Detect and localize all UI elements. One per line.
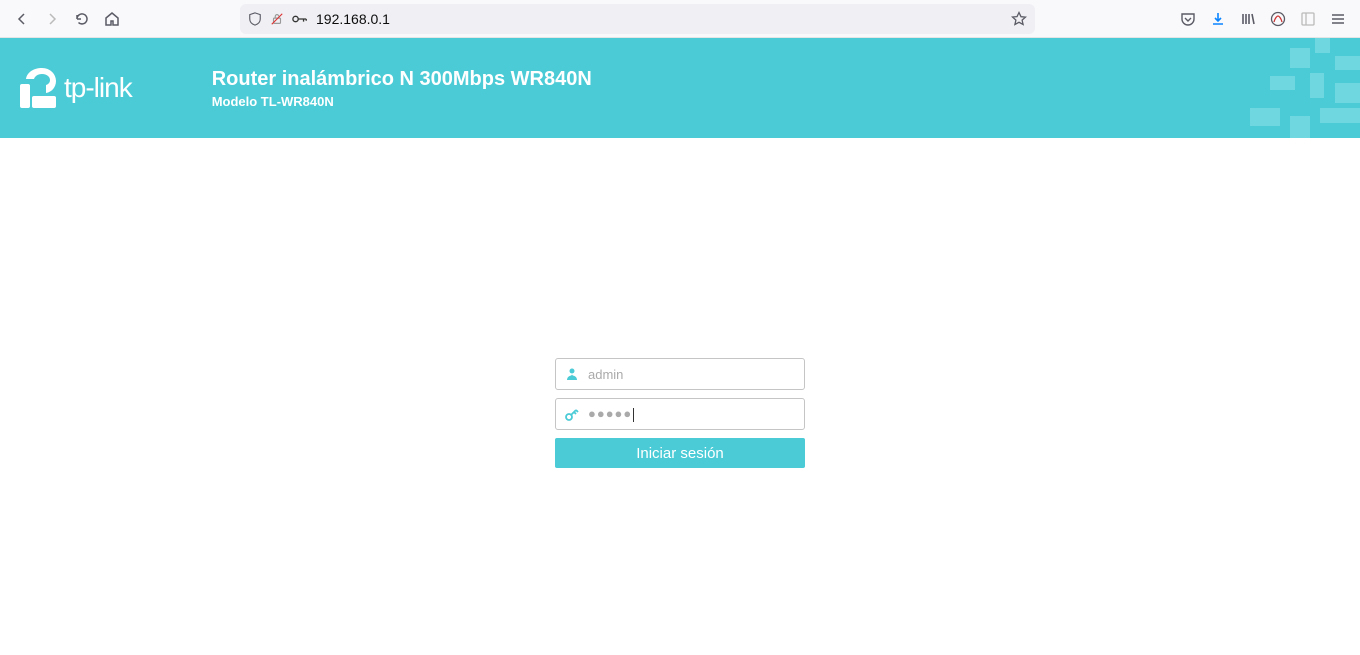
router-title: Router inalámbrico N 300Mbps WR840N xyxy=(212,68,592,91)
extension-button[interactable] xyxy=(1264,5,1292,33)
login-form: ●●●●● Iniciar sesión xyxy=(555,358,805,468)
pocket-icon xyxy=(1180,11,1196,27)
username-input[interactable] xyxy=(588,367,796,382)
header-decoration xyxy=(1140,38,1360,138)
library-button[interactable] xyxy=(1234,5,1262,33)
url-security-icons xyxy=(248,12,308,26)
hamburger-icon xyxy=(1330,11,1346,27)
brand-logo: tp-link xyxy=(20,68,132,108)
user-icon xyxy=(564,366,580,382)
shield-icon xyxy=(248,12,262,26)
url-bar[interactable]: 192.168.0.1 xyxy=(240,4,1035,34)
download-icon xyxy=(1210,11,1226,27)
password-input[interactable]: ●●●●● xyxy=(588,406,796,422)
library-icon xyxy=(1240,11,1256,27)
arrow-right-icon xyxy=(44,11,60,27)
back-button[interactable] xyxy=(8,5,36,33)
key-icon xyxy=(564,406,580,422)
username-field-wrapper[interactable] xyxy=(555,358,805,390)
router-header: tp-link Router inalámbrico N 300Mbps WR8… xyxy=(0,38,1360,138)
reload-button[interactable] xyxy=(68,5,96,33)
downloads-button[interactable] xyxy=(1204,5,1232,33)
key-icon xyxy=(292,12,308,26)
arrow-left-icon xyxy=(14,11,30,27)
noscript-icon xyxy=(1270,11,1286,27)
reload-icon xyxy=(74,11,90,27)
menu-button[interactable] xyxy=(1324,5,1352,33)
login-area: ●●●●● Iniciar sesión xyxy=(0,358,1360,468)
forward-button[interactable] xyxy=(38,5,66,33)
browser-toolbar: 192.168.0.1 xyxy=(0,0,1360,38)
password-field-wrapper[interactable]: ●●●●● xyxy=(555,398,805,430)
login-button[interactable]: Iniciar sesión xyxy=(555,438,805,468)
header-titles: Router inalámbrico N 300Mbps WR840N Mode… xyxy=(212,68,592,109)
router-model: Modelo TL-WR840N xyxy=(212,94,592,109)
sidebar-icon xyxy=(1300,11,1316,27)
home-button[interactable] xyxy=(98,5,126,33)
bookmark-star-icon[interactable] xyxy=(1011,11,1027,27)
home-icon xyxy=(104,11,120,27)
nav-group xyxy=(8,5,126,33)
url-text: 192.168.0.1 xyxy=(316,11,1003,27)
lock-slash-icon xyxy=(270,12,284,26)
toolbar-right xyxy=(1174,5,1352,33)
brand-text: tp-link xyxy=(64,72,132,104)
pocket-button[interactable] xyxy=(1174,5,1202,33)
sidebar-button[interactable] xyxy=(1294,5,1322,33)
tp-link-logo-icon xyxy=(20,68,56,108)
